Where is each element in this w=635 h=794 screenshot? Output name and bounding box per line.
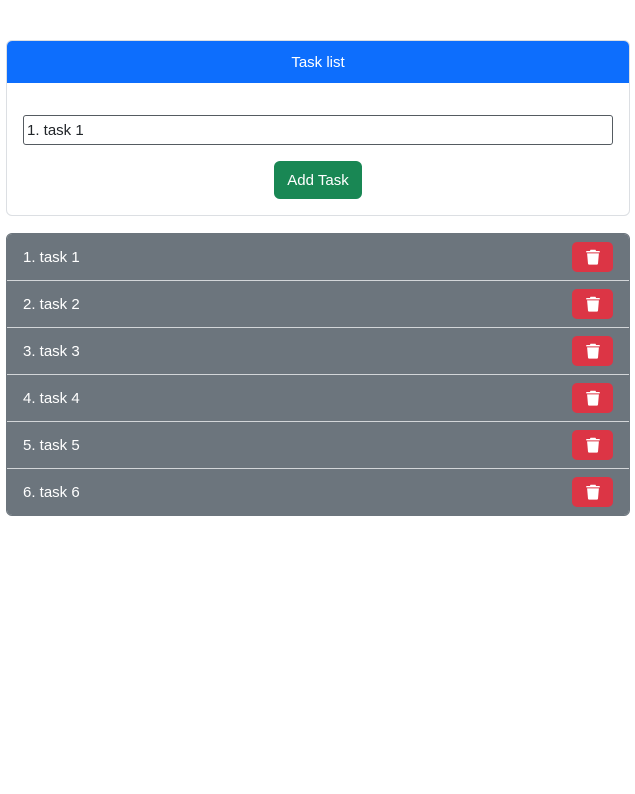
- delete-task-button[interactable]: [572, 336, 613, 366]
- add-row: Add Task: [23, 161, 613, 199]
- task-item: 4. task 4: [7, 374, 629, 421]
- task-card: Task list Add Task: [6, 40, 630, 216]
- trash-icon: [585, 296, 600, 312]
- delete-task-button[interactable]: [572, 477, 613, 507]
- add-task-button[interactable]: Add Task: [274, 161, 362, 199]
- task-label: 2. task 2: [23, 295, 80, 313]
- task-label: 1. task 1: [23, 248, 80, 266]
- task-label: 6. task 6: [23, 483, 80, 501]
- delete-task-button[interactable]: [572, 289, 613, 319]
- task-label: 5. task 5: [23, 436, 80, 454]
- card-title: Task list: [7, 41, 629, 83]
- trash-icon: [585, 249, 600, 265]
- task-input[interactable]: [23, 115, 613, 145]
- trash-icon: [585, 437, 600, 453]
- task-item: 5. task 5: [7, 421, 629, 468]
- task-app: Task list Add Task 1. task 1 2. task 2 3…: [6, 40, 630, 516]
- task-item: 2. task 2: [7, 280, 629, 327]
- task-item: 1. task 1: [7, 234, 629, 280]
- trash-icon: [585, 343, 600, 359]
- task-item: 3. task 3: [7, 327, 629, 374]
- card-body: Add Task: [7, 83, 629, 215]
- task-list: 1. task 1 2. task 2 3. task 3 4. task 4 …: [6, 233, 630, 516]
- trash-icon: [585, 484, 600, 500]
- task-label: 3. task 3: [23, 342, 80, 360]
- task-label: 4. task 4: [23, 389, 80, 407]
- delete-task-button[interactable]: [572, 430, 613, 460]
- task-item: 6. task 6: [7, 468, 629, 515]
- delete-task-button[interactable]: [572, 242, 613, 272]
- delete-task-button[interactable]: [572, 383, 613, 413]
- trash-icon: [585, 390, 600, 406]
